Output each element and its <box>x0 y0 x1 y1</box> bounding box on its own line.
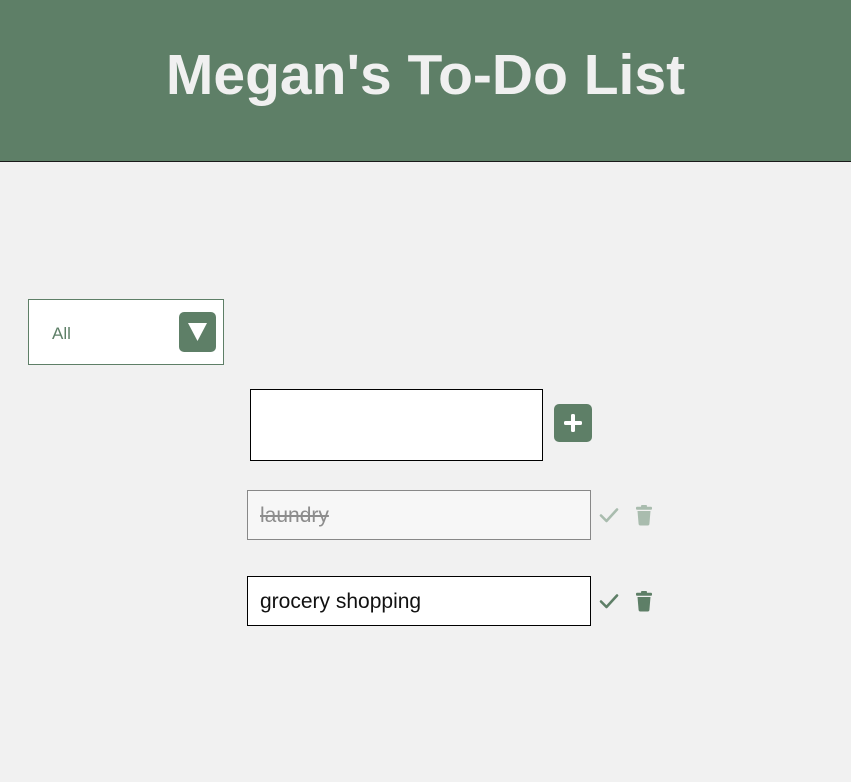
trash-icon <box>636 591 652 612</box>
todo-text: laundry <box>260 504 329 527</box>
dropdown-arrow-button[interactable] <box>179 312 216 352</box>
new-todo-input[interactable] <box>250 389 543 461</box>
todo-text: grocery shopping <box>260 590 422 613</box>
add-todo-button[interactable] <box>554 404 592 442</box>
todo-item: grocery shopping <box>247 576 591 626</box>
complete-button[interactable] <box>597 503 621 527</box>
todo-item: laundry <box>247 490 591 540</box>
plus-icon <box>564 414 582 432</box>
filter-selected-value: All <box>52 324 71 343</box>
complete-button[interactable] <box>597 589 621 613</box>
check-icon <box>599 594 619 609</box>
page-title: Megan's To-Do List <box>165 43 686 107</box>
delete-button[interactable] <box>632 589 656 613</box>
page-header: Megan's To-Do List <box>0 0 851 162</box>
delete-button[interactable] <box>632 503 656 527</box>
check-icon <box>599 508 619 523</box>
triangle-down-icon <box>188 323 207 341</box>
trash-icon <box>636 505 652 526</box>
filter-dropdown[interactable]: All <box>28 299 224 365</box>
